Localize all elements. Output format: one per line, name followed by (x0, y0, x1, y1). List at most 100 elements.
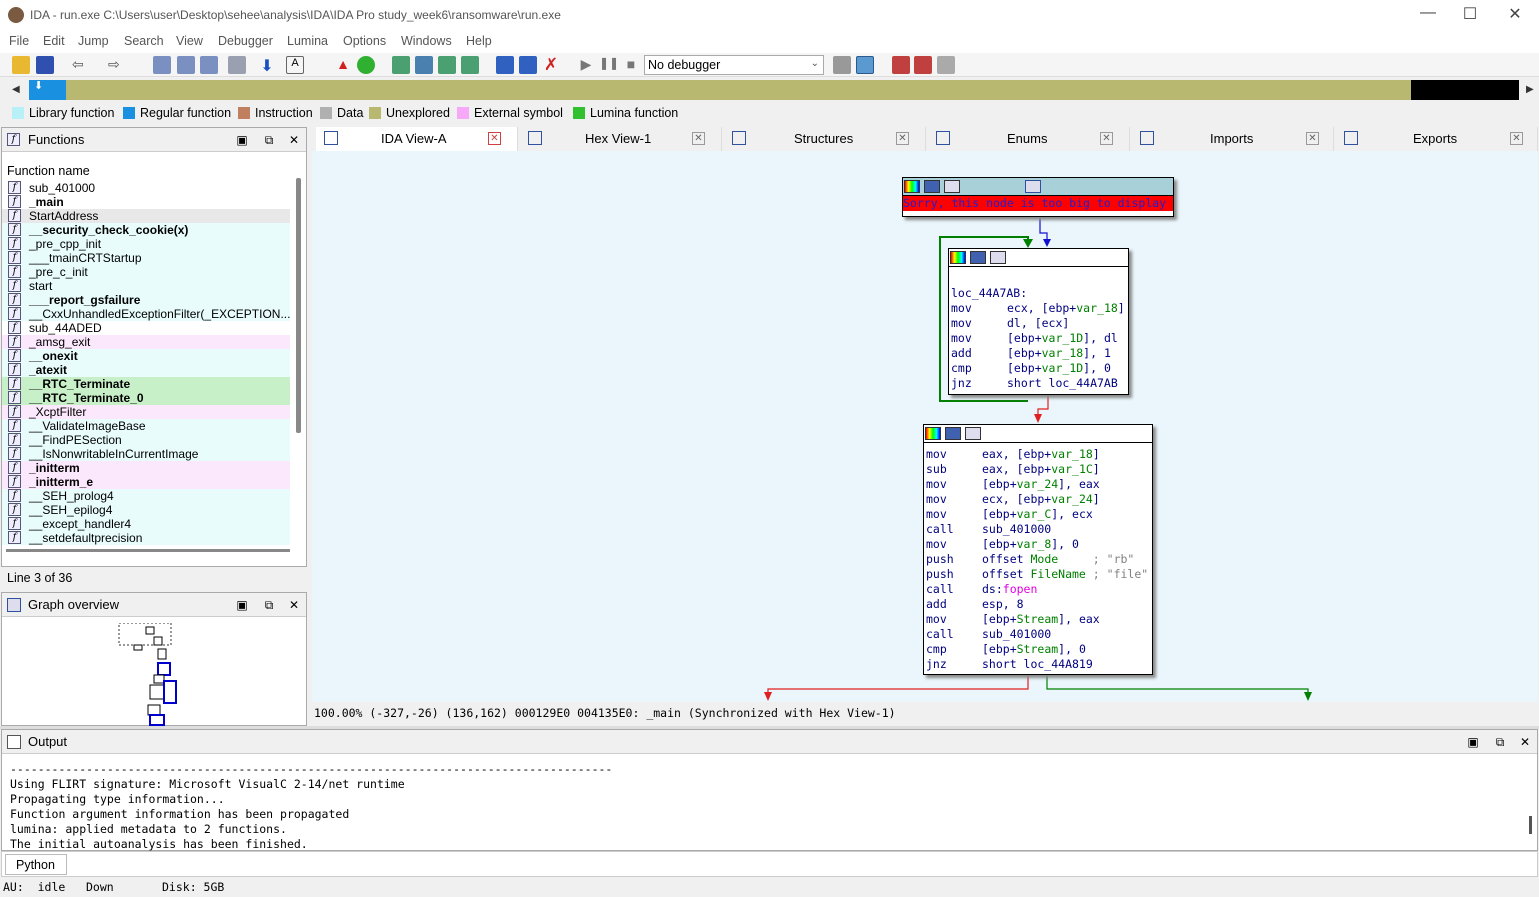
menu-options[interactable]: Options (343, 34, 386, 48)
function-row[interactable]: f _initterm (2, 461, 290, 475)
menu-debugger[interactable]: Debugger (218, 34, 273, 48)
function-row[interactable]: f _atexit (2, 363, 290, 377)
menu-search[interactable]: Search (124, 34, 164, 48)
text-mode-icon[interactable]: A (286, 56, 304, 74)
functions-list[interactable]: f sub_401000 f _main f StartAddress f __securit… (2, 181, 290, 549)
function-row[interactable]: f __except_handler4 (2, 517, 290, 531)
tab-ida-view-a[interactable]: IDA View-A ✕ (316, 127, 518, 151)
functions-scrollbar[interactable] (296, 178, 301, 433)
add-struct-icon[interactable] (415, 56, 433, 74)
graph-node-loop[interactable]: loc_44A7AB: mov ecx, [ebp+var_18] mov dl, [… (948, 248, 1129, 395)
play-icon[interactable]: ▶ (577, 56, 595, 74)
color-icon[interactable] (925, 427, 941, 440)
forward-icon[interactable]: ⇨ (108, 56, 126, 74)
color-icon[interactable] (950, 251, 966, 264)
functions-column-header[interactable]: Function name (7, 164, 90, 178)
close-panel-button[interactable]: ✕ (286, 597, 302, 613)
function-row[interactable]: f __CxxUnhandledExceptionFilter(_EXCEPTIO… (2, 307, 290, 321)
function-row[interactable]: f __onexit (2, 349, 290, 363)
function-row[interactable]: f sub_44ADED (2, 321, 290, 335)
attach-icon[interactable] (856, 56, 874, 74)
debugger-select[interactable]: No debugger ⌄ (644, 55, 824, 75)
close-panel-button[interactable]: ✕ (286, 132, 302, 148)
command-input[interactable] (70, 854, 1536, 875)
tab-hex-view-1[interactable]: Hex View-1 ✕ (520, 127, 722, 151)
menu-help[interactable]: Help (466, 34, 492, 48)
function-row[interactable]: f __SEH_epilog4 (2, 503, 290, 517)
maximize-panel-button[interactable]: ▣ (1465, 734, 1481, 750)
tab-exports[interactable]: Exports ✕ (1336, 127, 1538, 151)
close-window-button[interactable]: ✕ (1500, 4, 1530, 26)
menu-edit[interactable]: Edit (43, 34, 65, 48)
python-button[interactable]: Python (5, 854, 67, 875)
open-icon[interactable] (12, 56, 30, 74)
stop-icon[interactable]: ■ (622, 56, 640, 74)
function-row[interactable]: f __RTC_Terminate (2, 377, 290, 391)
graph-icon[interactable] (892, 56, 910, 74)
menu-windows[interactable]: Windows (401, 34, 452, 48)
maximize-button[interactable]: ☐ (1455, 4, 1485, 26)
function-row[interactable]: f __setdefaultprecision (2, 531, 290, 545)
minimize-button[interactable]: — (1413, 4, 1443, 26)
navigation-band[interactable]: ◀ ⬇ ▶ (0, 79, 1539, 103)
maximize-panel-button[interactable]: ▣ (234, 132, 250, 148)
tab-enums[interactable]: Enums ✕ (928, 127, 1130, 151)
menu-jump[interactable]: Jump (78, 34, 109, 48)
close-panel-button[interactable]: ✕ (1517, 734, 1533, 750)
tab-imports[interactable]: Imports ✕ (1132, 127, 1334, 151)
function-row[interactable]: f _main (2, 195, 290, 209)
maximize-panel-button[interactable]: ▣ (234, 597, 250, 613)
float-panel-button[interactable]: ⧉ (261, 132, 277, 148)
menu-view[interactable]: View (176, 34, 203, 48)
tab-close-icon[interactable]: ✕ (896, 132, 909, 145)
collapse-icon[interactable] (990, 251, 1006, 264)
search-binary-icon[interactable] (153, 56, 171, 74)
breakpoint-icon[interactable] (496, 56, 514, 74)
jump-down-icon[interactable]: ⬇ (258, 56, 276, 75)
warning-icon[interactable]: ▲ (334, 56, 352, 74)
debug-options-icon[interactable] (833, 56, 851, 74)
tab-close-icon[interactable]: ✕ (1306, 132, 1319, 145)
search-next-icon[interactable] (228, 56, 246, 74)
nav-right-arrow-icon[interactable]: ▶ (1526, 84, 1534, 95)
function-row[interactable]: f __FindPESection (2, 433, 290, 447)
run-green-icon[interactable] (357, 56, 375, 74)
graph-overview-minimap[interactable] (112, 623, 182, 727)
function-row[interactable]: f StartAddress (2, 209, 290, 223)
function-row[interactable]: f ___report_gsfailure (2, 293, 290, 307)
function-row[interactable]: f _amsg_exit (2, 335, 290, 349)
group-icon[interactable] (1025, 180, 1041, 193)
rename-icon[interactable] (945, 427, 961, 440)
xrefs-icon[interactable] (914, 56, 932, 74)
tab-close-icon[interactable]: ✕ (488, 132, 501, 145)
color-icon[interactable] (904, 180, 920, 193)
function-row[interactable]: f __security_check_cookie(x) (2, 223, 290, 237)
function-row[interactable]: f sub_401000 (2, 181, 290, 195)
function-row[interactable]: f __RTC_Terminate_0 (2, 391, 290, 405)
create-function-icon[interactable] (392, 56, 410, 74)
float-panel-button[interactable]: ⧉ (261, 597, 277, 613)
function-row[interactable]: f _pre_c_init (2, 265, 290, 279)
function-row[interactable]: f ___tmainCRTStartup (2, 251, 290, 265)
save-icon[interactable] (36, 56, 54, 74)
function-row[interactable]: f start (2, 279, 290, 293)
functions-hscrollbar[interactable] (6, 549, 290, 552)
edit-icon[interactable] (519, 56, 537, 74)
function-row[interactable]: f __IsNonwritableInCurrentImage (2, 447, 290, 461)
delete-icon[interactable]: ✗ (542, 56, 560, 74)
function-row[interactable]: f __ValidateImageBase (2, 419, 290, 433)
add-enum-icon[interactable] (438, 56, 456, 74)
function-row[interactable]: f _XcptFilter (2, 405, 290, 419)
search-immediate-icon[interactable] (200, 56, 218, 74)
tab-close-icon[interactable]: ✕ (1510, 132, 1523, 145)
rename-icon[interactable] (970, 251, 986, 264)
graph-node-fopen-block[interactable]: mov eax, [ebp+var_18] sub eax, [ebp+var_1C]… (923, 424, 1153, 675)
output-scrollbar[interactable] (1529, 816, 1532, 834)
graph-node-main-entry[interactable]: Sorry, this node is too big to display (902, 177, 1174, 217)
function-row[interactable]: f _initterm_e (2, 475, 290, 489)
tab-close-icon[interactable]: ✕ (692, 132, 705, 145)
graph-view[interactable]: Sorry, this node is too big to display l… (312, 151, 1538, 702)
search-text-icon[interactable] (177, 56, 195, 74)
collapse-icon[interactable] (944, 180, 960, 193)
collapse-icon[interactable] (965, 427, 981, 440)
